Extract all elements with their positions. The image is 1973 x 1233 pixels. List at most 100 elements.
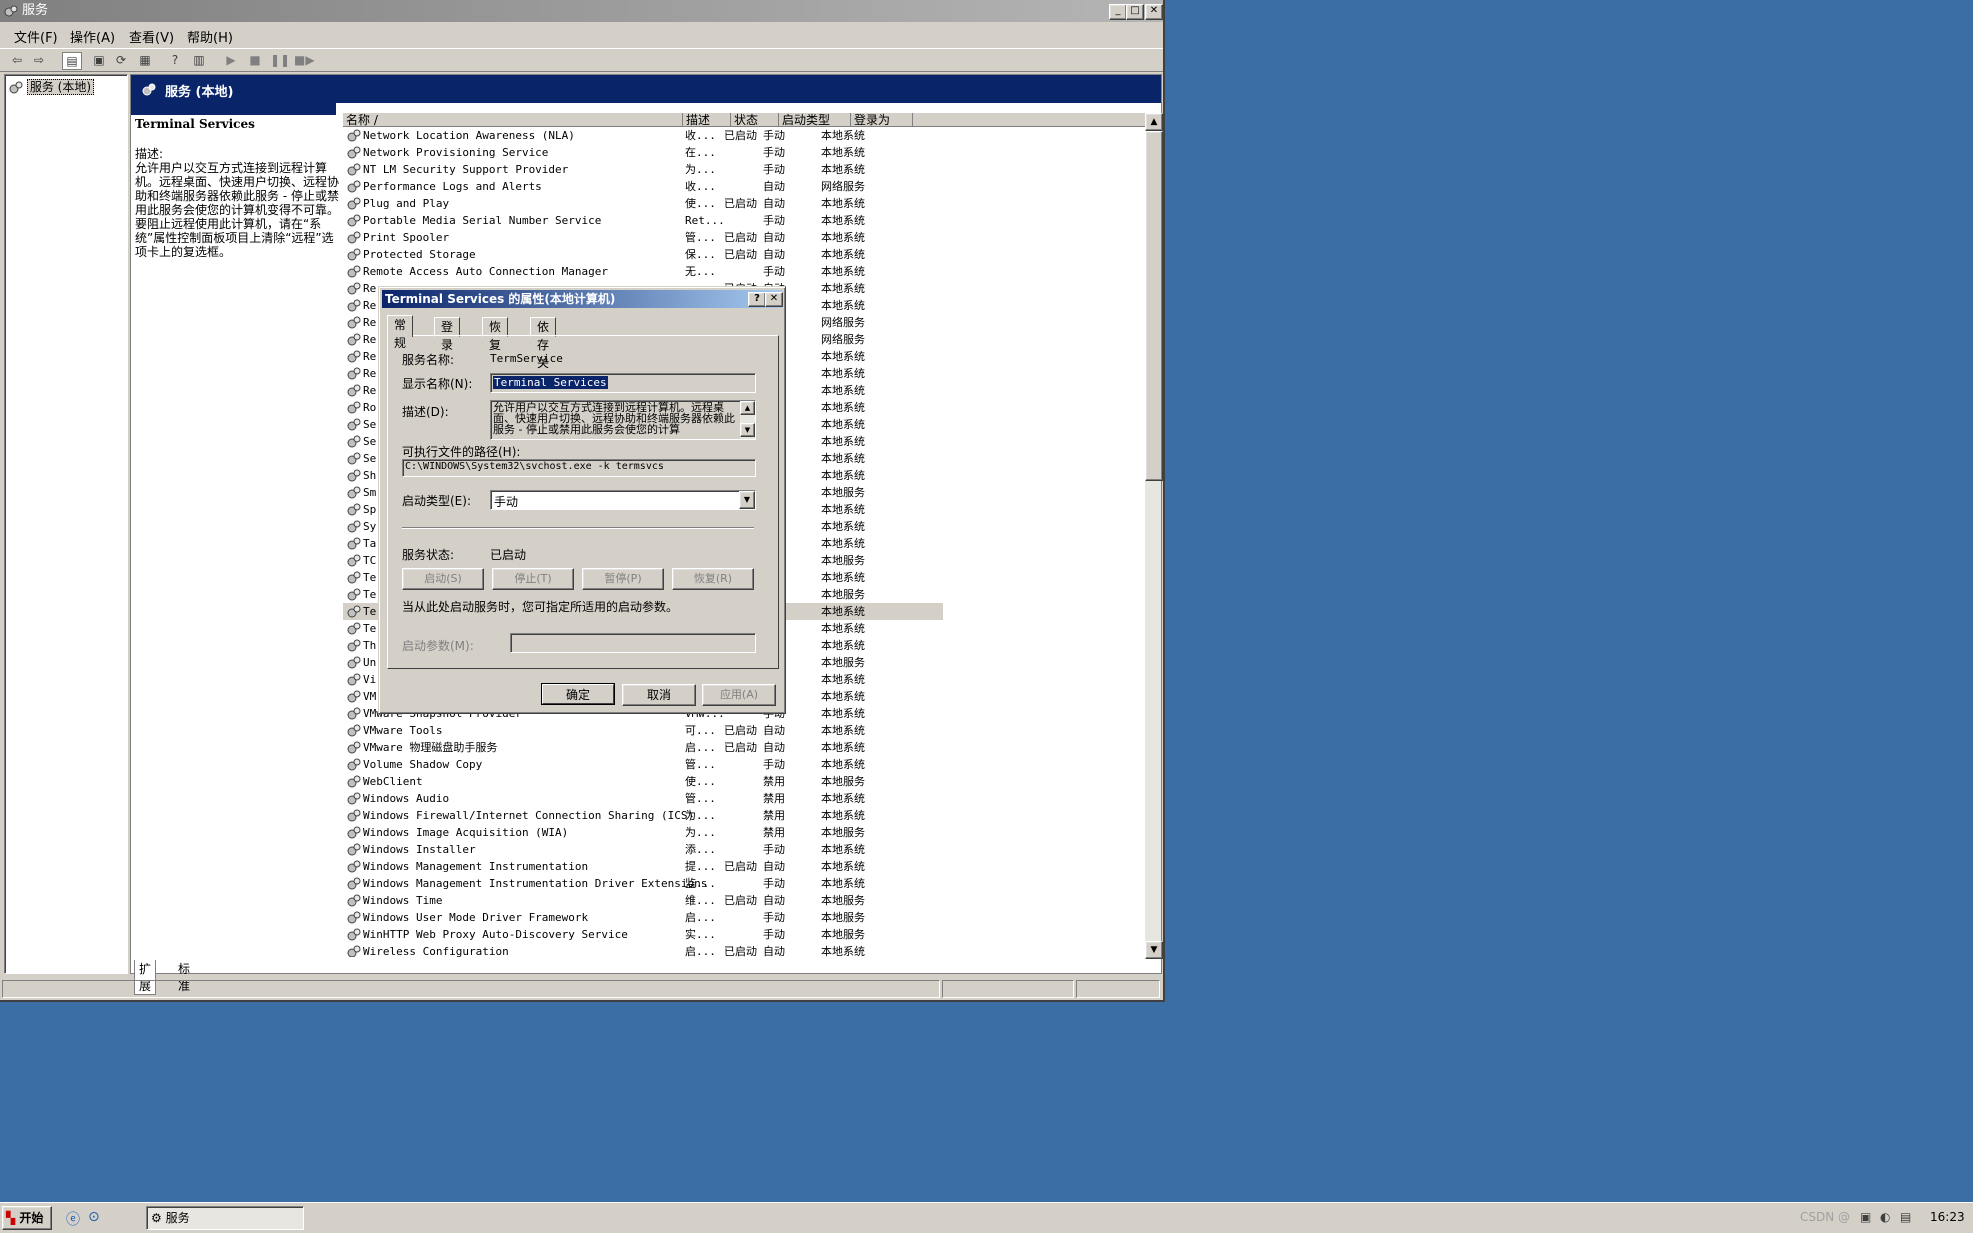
description-textarea[interactable]: 允许用户以交互方式连接到远程计算机。远程桌面、快速用户切换、远程协助和终端服务器… <box>490 400 756 440</box>
scroll-down-icon[interactable]: ▼ <box>740 423 755 437</box>
scroll-down-button[interactable]: ▼ <box>1145 941 1163 959</box>
cancel-button[interactable]: 取消 <box>622 684 696 706</box>
menu-action[interactable]: 操作(A) <box>70 27 115 46</box>
back-icon[interactable]: ⇦ <box>8 52 26 68</box>
service-startup-cell: 自动 <box>763 231 785 244</box>
table-row[interactable]: VMware Tools 可... 已启动 自动 本地系统 <box>343 722 943 739</box>
table-row[interactable]: Print Spooler 管... 已启动 自动 本地系统 <box>343 229 943 246</box>
start-button[interactable]: ▚ 开始 <box>2 1206 52 1230</box>
table-row[interactable]: Protected Storage 保... 已启动 自动 本地系统 <box>343 246 943 263</box>
header-notch <box>131 103 336 115</box>
start-service-button[interactable]: 启动(S) <box>402 568 484 590</box>
table-row[interactable]: WinHTTP Web Proxy Auto-Discovery Service… <box>343 926 943 943</box>
table-row[interactable]: Windows Installer 添... 手动 本地系统 <box>343 841 943 858</box>
system-tray: CSDN @ ▣ ◐ ▤ 16:23 <box>1790 1206 1970 1228</box>
table-row[interactable]: Windows Management Instrumentation Drive… <box>343 875 943 892</box>
forward-icon[interactable]: ⇨ <box>30 52 48 68</box>
show-tree-icon[interactable]: ▤ <box>62 52 82 70</box>
service-logon-cell: 网络服务 <box>821 333 865 346</box>
tab-dependencies[interactable]: 依存关系 <box>530 317 557 388</box>
refresh-icon[interactable]: ⟳ <box>112 52 130 68</box>
table-row[interactable]: Portable Media Serial Number Service Ret.… <box>343 212 943 229</box>
description-scrollbar[interactable]: ▲ ▼ <box>740 401 755 439</box>
display-name-field[interactable]: Terminal Services <box>490 373 756 393</box>
pause-service-button[interactable]: 暂停(P) <box>582 568 664 590</box>
service-logon-cell: 本地系统 <box>821 877 865 890</box>
display-name-label: 显示名称(N): <box>402 377 473 391</box>
table-row[interactable]: Windows Management Instrumentation 提... 已启… <box>343 858 943 875</box>
service-logon-cell: 本地系统 <box>821 690 865 703</box>
table-row[interactable]: Network Location Awareness (NLA) 收... 已启动手… <box>343 127 943 144</box>
network-icon[interactable]: ▣ <box>1860 1206 1871 1228</box>
table-row[interactable]: Network Provisioning Service 在... 手动 本地系统 <box>343 144 943 161</box>
startup-type-select[interactable]: 手动 ▼ <box>490 490 756 510</box>
table-row[interactable]: WebClient 使... 禁用 本地服务 <box>343 773 943 790</box>
ok-button[interactable]: 确定 <box>541 683 615 705</box>
clock[interactable]: 16:23 <box>1930 1206 1965 1228</box>
column-header-name[interactable]: 名称 / <box>343 113 683 127</box>
menu-view[interactable]: 查看(V) <box>129 27 174 46</box>
pause-icon[interactable]: ❚❚ <box>270 52 290 68</box>
scroll-up-icon[interactable]: ▲ <box>740 401 755 415</box>
services-gear-icon <box>142 83 156 96</box>
tab-recovery[interactable]: 恢复 <box>482 317 509 352</box>
table-row[interactable]: Wireless Configuration 启... 已启动 自动 本地系统 <box>343 943 943 957</box>
toolbar: ⇦ ⇨ ▤ ▣ ⟳ ▦ ? ▥ ▶ ■ ❚❚ ■▶ <box>0 48 1163 72</box>
table-row[interactable]: Windows Firewall/Internet Connection Sha… <box>343 807 943 824</box>
outlook-icon[interactable]: ⊙ <box>88 1209 100 1225</box>
scroll-thumb[interactable] <box>1145 131 1163 481</box>
service-startup-cell: 自动 <box>763 724 785 737</box>
security-icon[interactable]: ▤ <box>1900 1206 1911 1228</box>
tree-node-services-local[interactable]: 服务 (本地) <box>9 78 95 95</box>
column-header-status[interactable]: 状态 <box>731 113 779 127</box>
menu-file[interactable]: 文件(F) <box>14 27 58 46</box>
dialog-title-bar[interactable]: Terminal Services 的属性(本地计算机) ? ✕ <box>382 290 783 308</box>
taskbar-item-services[interactable]: ⚙ 服务 <box>146 1206 304 1230</box>
export-list-icon[interactable]: ▦ <box>136 52 154 68</box>
service-logon-cell: 本地系统 <box>821 792 865 805</box>
path-field[interactable]: C:\WINDOWS\System32\svchost.exe -k terms… <box>402 459 756 477</box>
table-row[interactable]: Performance Logs and Alerts 收... 自动 网络服务 <box>343 178 943 195</box>
table-row[interactable]: NT LM Security Support Provider 为... 手动 本地系… <box>343 161 943 178</box>
stop-icon[interactable]: ■ <box>246 52 264 68</box>
stop-service-button[interactable]: 停止(T) <box>492 568 574 590</box>
scroll-up-button[interactable]: ▲ <box>1145 113 1163 131</box>
dialog-close-button[interactable]: ✕ <box>765 292 783 307</box>
console-icon[interactable]: ▥ <box>190 52 208 68</box>
service-name-cell: Re <box>363 282 377 295</box>
chevron-down-icon[interactable]: ▼ <box>739 491 755 509</box>
column-header-startup-type[interactable]: 启动类型 <box>779 113 851 127</box>
menu-help[interactable]: 帮助(H) <box>187 27 233 46</box>
ie-icon[interactable]: ⓔ <box>66 1209 80 1229</box>
start-params-input[interactable] <box>510 633 756 653</box>
dialog-help-button[interactable]: ? <box>748 292 766 307</box>
table-row[interactable]: Windows Audio 管... 禁用 本地系统 <box>343 790 943 807</box>
service-logon-cell: 本地系统 <box>821 945 865 957</box>
column-header-description[interactable]: 描述 <box>683 113 731 127</box>
service-desc-cell: 无... <box>685 265 716 278</box>
properties-icon[interactable]: ▣ <box>90 52 108 68</box>
table-row[interactable]: Volume Shadow Copy 管... 手动 本地系统 <box>343 756 943 773</box>
table-row[interactable]: Remote Access Auto Connection Manager 无..… <box>343 263 943 280</box>
resume-service-button[interactable]: 恢复(R) <box>672 568 754 590</box>
table-row[interactable]: VMware 物理磁盘助手服务 启... 已启动 自动 本地系统 <box>343 739 943 756</box>
tab-logon[interactable]: 登录 <box>434 317 461 352</box>
help-icon[interactable]: ? <box>166 52 184 68</box>
restart-icon[interactable]: ■▶ <box>294 52 315 68</box>
minimize-button[interactable]: _ <box>1109 4 1127 20</box>
table-row[interactable]: Windows User Mode Driver Framework 启... 手动… <box>343 909 943 926</box>
vertical-scrollbar[interactable]: ▲ ▼ <box>1145 113 1163 959</box>
table-row[interactable]: Plug and Play 使... 已启动 自动 本地系统 <box>343 195 943 212</box>
tab-general[interactable]: 常规 <box>387 315 414 350</box>
column-header-logon-as[interactable]: 登录为 <box>851 113 913 127</box>
play-icon[interactable]: ▶ <box>222 52 240 68</box>
volume-icon[interactable]: ◐ <box>1880 1206 1890 1228</box>
close-button[interactable]: ✕ <box>1145 4 1163 20</box>
table-row[interactable]: Windows Image Acquisition (WIA) 为... 禁用 本地服… <box>343 824 943 841</box>
service-gear-icon <box>347 588 361 601</box>
title-bar[interactable]: 服务 _ □ ✕ <box>0 0 1163 22</box>
service-logon-cell: 本地系统 <box>821 350 865 363</box>
maximize-button[interactable]: □ <box>1126 4 1144 20</box>
apply-button[interactable]: 应用(A) <box>702 684 776 706</box>
table-row[interactable]: Windows Time 维... 已启动 自动 本地服务 <box>343 892 943 909</box>
